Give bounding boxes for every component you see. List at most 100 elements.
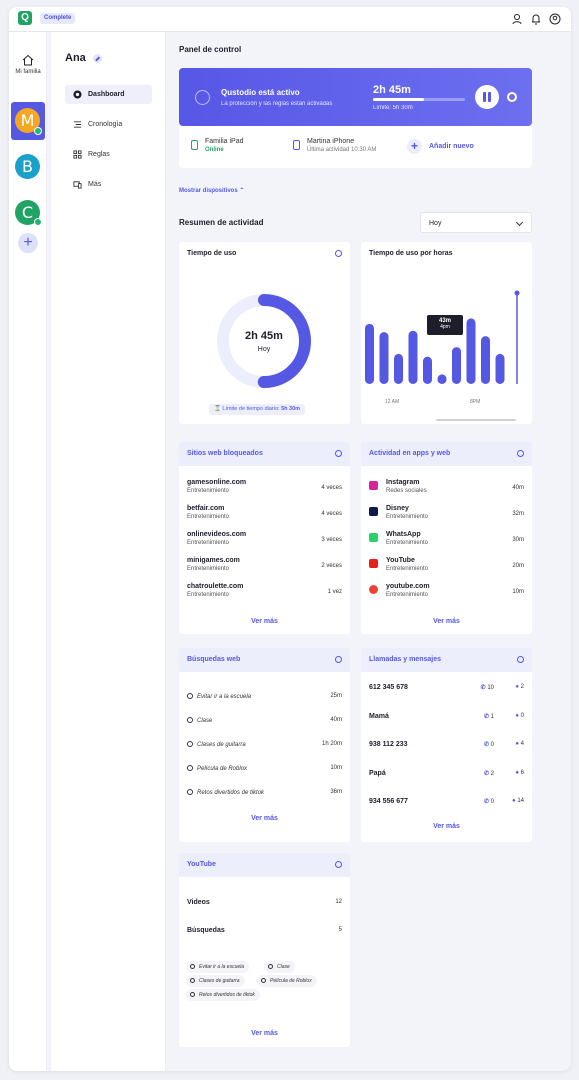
hour-bar[interactable]	[452, 347, 461, 384]
list-item[interactable]: YouTube Entretenimiento 20m	[369, 557, 524, 579]
list-item[interactable]: 612 345 678 ✆ 10 ● 2	[369, 684, 524, 698]
search-icon	[187, 789, 193, 795]
plan-badge: Complete	[40, 13, 76, 24]
search-chip[interactable]: Clase	[264, 961, 295, 973]
blocked-sites-title: Sitios web bloqueados	[179, 442, 350, 466]
chip-text: Clase	[277, 964, 290, 970]
bell-icon[interactable]	[530, 13, 542, 25]
call-count: 10	[487, 685, 494, 691]
online-dot	[34, 127, 42, 135]
search-query: Clase	[197, 718, 213, 724]
hour-bar[interactable]	[466, 318, 476, 384]
phone-icon: ✆	[483, 771, 489, 777]
list-item[interactable]: onlinevideos.com Entretenimiento 3 veces	[187, 531, 342, 553]
list-item[interactable]: Instagram Redes sociales 40m	[369, 479, 524, 501]
list-item[interactable]: Mamá ✆ 1 ● 0	[369, 713, 524, 727]
search-chip[interactable]: Película de Roblox	[257, 975, 317, 987]
user-shield-icon[interactable]	[511, 13, 523, 25]
see-more-link[interactable]: Ver más	[179, 618, 350, 625]
info-icon[interactable]	[517, 450, 524, 457]
list-item[interactable]: 938 112 233 ✆ 0 ● 4	[369, 741, 524, 755]
gear-icon[interactable]	[507, 92, 517, 102]
search-chip[interactable]: Evitar ir a la escuela	[186, 961, 250, 973]
hour-bar[interactable]	[495, 353, 505, 384]
list-item[interactable]: Disney Entretenimiento 32m	[369, 505, 524, 527]
nav-item-label: Cronología	[88, 121, 123, 128]
show-devices-toggle[interactable]: Mostrar dispositivos ⌃	[179, 187, 244, 194]
chart-scrollbar[interactable]	[436, 419, 516, 421]
list-item[interactable]: WhatsApp Entretenimiento 30m	[369, 531, 524, 553]
nav-item-mas[interactable]: Más	[65, 175, 152, 194]
dashboard-icon	[73, 90, 82, 99]
nav-item-cronologia[interactable]: Cronología	[65, 115, 152, 134]
web-searches-title: Búsquedas web	[179, 648, 350, 672]
see-more-link[interactable]: Ver más	[361, 618, 532, 625]
list-item[interactable]: 934 556 677 ✆ 0 ● 14	[369, 798, 524, 812]
see-more-link[interactable]: Ver más	[179, 1030, 350, 1037]
list-item[interactable]: Clases de guitarra 1h 20m	[187, 741, 342, 755]
nav-item-reglas[interactable]: Reglas	[65, 145, 152, 164]
protection-title: Qustodio está activo	[221, 88, 300, 97]
pause-button[interactable]	[475, 85, 499, 109]
chip-text: Retos divertidos de tiktok	[199, 992, 255, 998]
usage-today: 2h 45m	[373, 84, 411, 96]
hour-bar[interactable]	[394, 353, 403, 384]
hour-bar[interactable]	[408, 330, 418, 384]
info-icon[interactable]	[335, 450, 342, 457]
avatar-b[interactable]: B	[15, 154, 40, 179]
add-device-button[interactable]: + Añadir nuevo	[407, 139, 474, 154]
protection-banner: Qustodio está activo La protección y las…	[179, 68, 532, 126]
hour-bar[interactable]	[437, 374, 447, 384]
chevron-up-icon: ⌃	[239, 188, 245, 194]
search-icon	[187, 717, 193, 723]
youtube-card: YouTube Videos 12 Búsquedas 5 Evitar ir a …	[179, 853, 350, 1047]
list-item[interactable]: Clase 40m	[187, 717, 342, 731]
protection-subtitle: La protección y las reglas están activad…	[221, 101, 333, 107]
add-profile-button[interactable]: +	[18, 233, 38, 253]
hour-bar[interactable]	[481, 336, 490, 384]
info-icon[interactable]	[335, 861, 342, 868]
app-logo: Q	[18, 11, 32, 25]
list-item[interactable]: Película de Roblox 10m	[187, 765, 342, 779]
search-icon	[190, 992, 195, 997]
message-icon: ●	[515, 741, 519, 747]
device-martina-iphone[interactable]: Martina iPhone Última actividad 10:30 AM	[307, 138, 376, 153]
edit-pencil-icon[interactable]	[92, 53, 102, 63]
list-item[interactable]: youtube.com Entretenimiento 10m	[369, 583, 524, 605]
nav-item-dashboard[interactable]: Dashboard	[65, 85, 152, 104]
info-icon[interactable]	[335, 656, 342, 663]
search-icon	[261, 978, 266, 983]
account-icon[interactable]	[549, 13, 561, 25]
videos-count: 12	[335, 899, 342, 905]
search-chip[interactable]: Retos divertidos de tiktok	[186, 989, 260, 1001]
youtube-searches-row[interactable]: Búsquedas 5	[187, 927, 342, 941]
list-item[interactable]: minigames.com Entretenimiento 2 veces	[187, 557, 342, 579]
phone-icon: ✆	[480, 685, 486, 691]
device-familia-ipad[interactable]: Familia iPad Online	[205, 138, 244, 153]
contact-name: 938 112 233	[369, 741, 408, 748]
list-item[interactable]: Evitar ir a la escuela 25m	[187, 693, 342, 707]
range-select[interactable]: Hoy	[420, 212, 532, 233]
youtube-videos-row[interactable]: Videos 12	[187, 899, 342, 913]
hour-bar[interactable]	[379, 332, 389, 384]
info-icon[interactable]	[335, 250, 342, 257]
plus-icon: +	[407, 139, 422, 154]
list-item[interactable]: betfair.com Entretenimiento 4 veces	[187, 505, 342, 527]
list-item[interactable]: Retos divertidos de tiktok 36m	[187, 789, 342, 803]
list-item[interactable]: chatroulette.com Entretenimiento 1 vez	[187, 583, 342, 605]
chip-text: Evitar ir a la escuela	[199, 964, 245, 970]
info-icon[interactable]	[517, 656, 524, 663]
family-home-button[interactable]: Mi familia	[13, 54, 43, 76]
search-icon	[187, 765, 193, 771]
online-dot	[34, 218, 42, 226]
chip-text: Película de Roblox	[270, 978, 312, 984]
see-more-link[interactable]: Ver más	[361, 823, 532, 830]
see-more-link[interactable]: Ver más	[179, 815, 350, 822]
search-chip[interactable]: Clases de guitarra	[186, 975, 245, 987]
hour-bar[interactable]	[423, 356, 432, 384]
list-item[interactable]: gamesonline.com Entretenimiento 4 veces	[187, 479, 342, 501]
search-time: 40m	[330, 717, 342, 723]
list-item[interactable]: Papá ✆ 2 ● 6	[369, 770, 524, 784]
nav-item-label: Dashboard	[88, 91, 125, 98]
hour-bar[interactable]	[365, 323, 374, 384]
